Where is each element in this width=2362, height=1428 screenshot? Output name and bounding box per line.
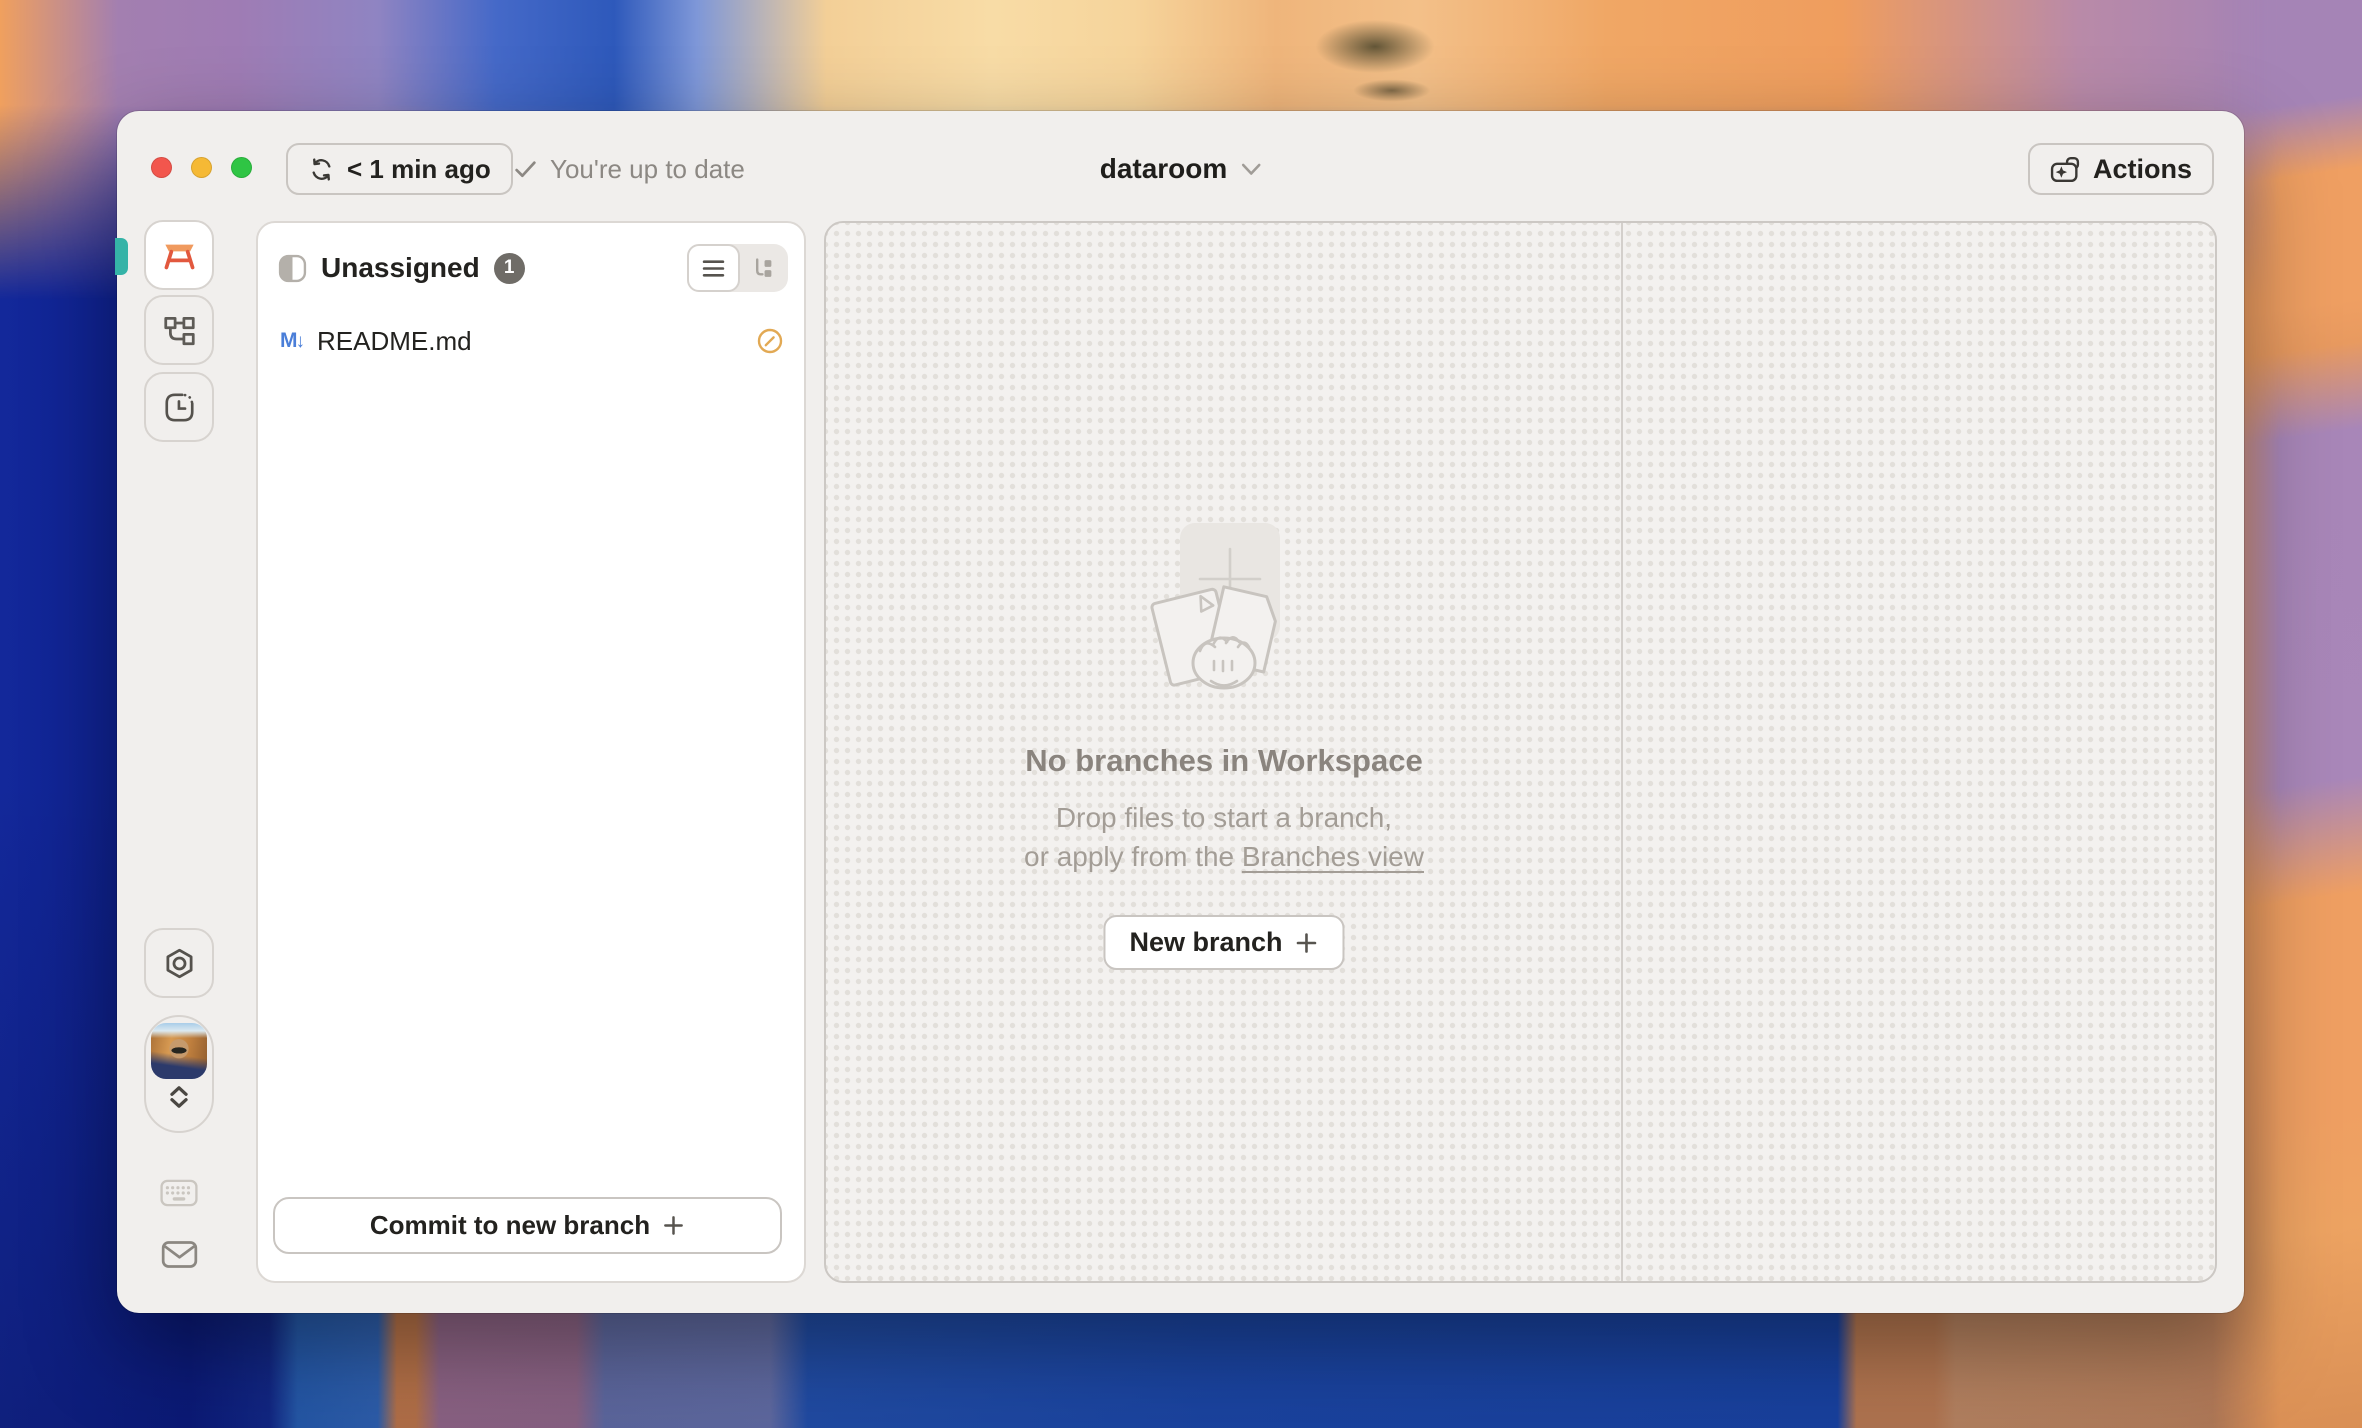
sync-label: < 1 min ago [347, 154, 491, 185]
plus-icon [1295, 931, 1319, 955]
empty-state-line1: Drop files to start a branch, [1056, 802, 1392, 833]
workspace-canvas: No branches in Workspace Drop files to s… [824, 221, 2217, 1283]
drop-files-illustration [1144, 521, 1304, 706]
empty-state-title: No branches in Workspace [826, 743, 1622, 779]
file-row[interactable]: M↓ README.md [266, 315, 796, 367]
feedback-mail-button[interactable] [144, 1239, 214, 1270]
unassigned-header: Unassigned 1 [258, 223, 804, 313]
file-name: README.md [317, 326, 472, 357]
chevron-down-icon [1241, 163, 1261, 176]
avatar [151, 1023, 207, 1079]
wallpaper-distant-object [1270, 8, 1480, 118]
view-mode-tree-button[interactable] [740, 244, 789, 292]
unassigned-count-badge: 1 [494, 253, 525, 284]
keyboard-icon [160, 1179, 198, 1207]
commit-button-label: Commit to new branch [370, 1210, 650, 1241]
empty-state-subtitle: Drop files to start a branch, or apply f… [826, 798, 1622, 876]
keyboard-shortcuts-button[interactable] [144, 1179, 214, 1207]
sidebar-item-settings[interactable] [144, 928, 214, 998]
chevron-up-down-icon [166, 1085, 192, 1109]
sidebar-item-history[interactable] [144, 372, 214, 442]
actions-button[interactable]: Actions [2028, 143, 2214, 195]
new-branch-label: New branch [1129, 927, 1282, 958]
close-window-button[interactable] [151, 157, 172, 178]
list-view-icon [702, 259, 725, 278]
modified-status-icon [756, 327, 784, 355]
branch-graph-icon [163, 314, 196, 347]
empty-lane: No branches in Workspace Drop files to s… [826, 223, 1622, 1281]
sync-status-button[interactable]: < 1 min ago [286, 143, 513, 195]
sidebar-item-workspace[interactable] [144, 220, 214, 290]
check-icon [513, 157, 538, 182]
empty-state-line2-prefix: or apply from the [1024, 841, 1242, 872]
branches-view-link[interactable]: Branches view [1242, 841, 1424, 872]
project-switcher[interactable]: dataroom [1100, 143, 1262, 195]
tree-view-icon [753, 258, 774, 279]
commit-to-new-branch-button[interactable]: Commit to new branch [273, 1197, 782, 1254]
markdown-file-icon: M↓ [280, 329, 305, 353]
fullscreen-window-button[interactable] [231, 157, 252, 178]
minimize-window-button[interactable] [191, 157, 212, 178]
actions-label: Actions [2093, 154, 2192, 185]
workbench-table-icon [161, 239, 198, 272]
active-lane-indicator [115, 238, 128, 275]
sidebar-item-branches[interactable] [144, 295, 214, 365]
plus-icon [662, 1214, 685, 1237]
project-name: dataroom [1100, 153, 1228, 185]
up-to-date-status: You're up to date [513, 143, 745, 195]
unassigned-title: Unassigned [321, 252, 480, 284]
up-to-date-label: You're up to date [550, 154, 745, 185]
new-branch-button[interactable]: New branch [1103, 915, 1344, 970]
settings-hexagon-icon [164, 948, 195, 979]
profile-menu[interactable] [144, 1015, 214, 1133]
window-controls [151, 157, 252, 178]
view-mode-toggle [687, 244, 788, 292]
mail-icon [161, 1239, 198, 1270]
view-mode-list-button[interactable] [687, 244, 740, 292]
sync-icon [308, 156, 335, 183]
actions-icon [2050, 156, 2081, 183]
unassigned-icon [278, 254, 307, 283]
app-window: < 1 min ago You're up to date dataroom A… [117, 111, 2244, 1313]
unassigned-panel: Unassigned 1 [256, 221, 806, 1283]
history-clock-icon [164, 392, 195, 423]
